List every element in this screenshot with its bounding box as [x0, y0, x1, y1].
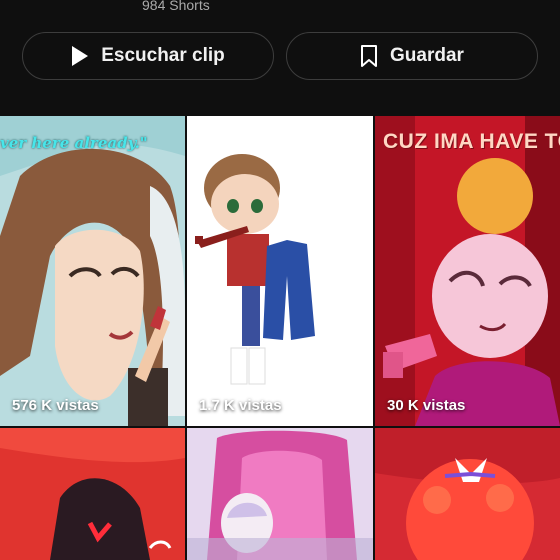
short-thumbnail[interactable]: ver here already." 576 K vistas [0, 116, 185, 426]
channel-header: 984 Shorts [0, 0, 560, 20]
short-thumbnail[interactable] [375, 428, 560, 560]
view-count: 1.7 K vistas [199, 397, 282, 414]
listen-clip-button[interactable]: Escuchar clip [22, 32, 274, 80]
action-bar: Escuchar clip Guardar [22, 32, 538, 80]
save-label: Guardar [390, 45, 464, 66]
shorts-count: 984 Shorts [142, 0, 210, 13]
channel-logo-fragment [22, 0, 122, 6]
save-button[interactable]: Guardar [286, 32, 538, 80]
short-thumbnail[interactable] [187, 428, 373, 560]
short-thumbnail[interactable]: 1.7 K vistas [187, 116, 373, 426]
bookmark-icon [361, 45, 378, 67]
thumbnail-art [375, 116, 560, 426]
thumbnail-art [187, 116, 373, 426]
thumbnail-art [187, 428, 373, 560]
thumbnail-caption: CUZ IMA HAVE TO [383, 130, 560, 153]
view-count: 30 K vistas [387, 397, 466, 414]
short-thumbnail[interactable]: CUZ IMA HAVE TO 30 K vistas [375, 116, 560, 426]
play-icon [72, 46, 89, 66]
thumbnail-art [375, 428, 560, 560]
short-thumbnail[interactable] [0, 428, 185, 560]
thumbnail-art [0, 428, 185, 560]
thumbnail-art [0, 116, 185, 426]
view-count: 576 K vistas [12, 397, 99, 414]
thumbnail-caption: ver here already." [0, 134, 148, 152]
listen-clip-label: Escuchar clip [101, 45, 225, 66]
shorts-grid: ver here already." 576 K vistas 1.7 K vi… [0, 116, 560, 560]
